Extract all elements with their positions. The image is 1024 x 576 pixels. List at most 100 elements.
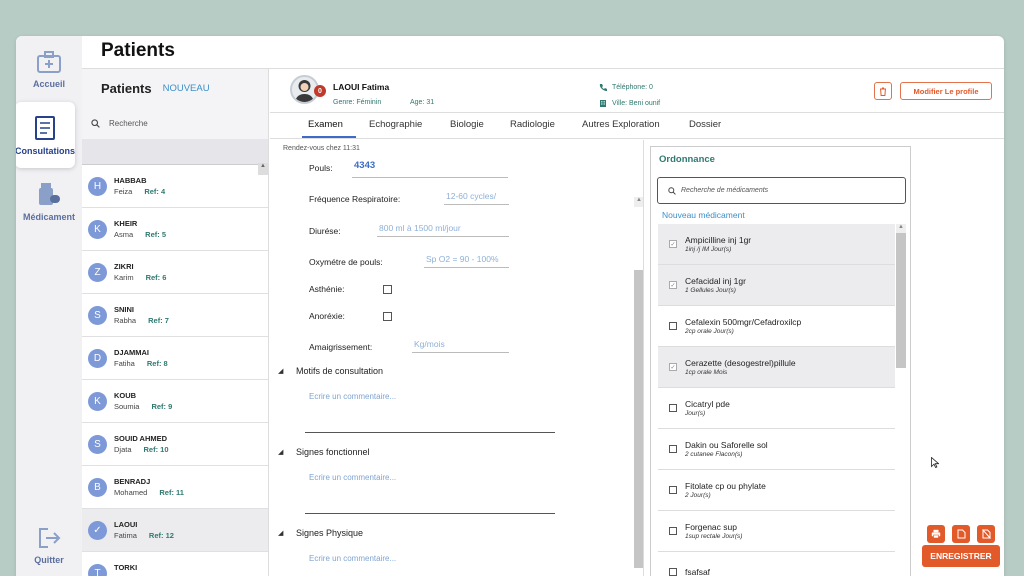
medication-item[interactable]: Dakin ou Saforelle sol 2 cutanee Flacon(… — [658, 429, 895, 470]
medication-list: ✓ Ampicilline inj 1gr 1inj /j IM Jour(s)… — [658, 224, 895, 576]
section-signes-physique-title[interactable]: Signes Physique — [296, 528, 363, 538]
tab-bar: Examen Echographie Biologie Radiologie A… — [270, 114, 1004, 139]
patient-row[interactable]: S SNINI Rabha Ref: 7 — [82, 294, 268, 337]
patient-row[interactable]: K KHEIR Asma Ref: 5 — [82, 208, 268, 251]
asthenie-checkbox[interactable] — [383, 285, 392, 294]
medication-item[interactable]: fsafsaf — [658, 552, 895, 576]
medication-checkbox[interactable] — [669, 445, 677, 453]
collapse-icon[interactable]: ◢ — [278, 529, 283, 537]
tab-autres-exploration[interactable]: Autres Exploration — [582, 119, 660, 130]
no-document-button[interactable] — [977, 525, 995, 543]
patient-row-selected[interactable]: ✓ LAOUI Fatima Ref: 12 — [82, 509, 268, 552]
patient-row[interactable]: S SOUID AHMED Djata Ref: 10 — [82, 423, 268, 466]
diurese-input[interactable]: 800 ml à 1500 ml/jour — [377, 219, 509, 237]
nav-quitter-label: Quitter — [34, 554, 64, 565]
patients-panel: Patients NOUVEAU Recherche ▲ H HABBAB Fe… — [82, 69, 269, 576]
patient-row[interactable]: K KOUB Soumia Ref: 9 — [82, 380, 268, 423]
tab-echographie[interactable]: Echographie — [369, 119, 422, 130]
patient-ref: Ref: 10 — [143, 445, 169, 454]
medication-checkbox[interactable] — [669, 404, 677, 412]
nav-consultations[interactable]: Consultations — [16, 102, 75, 168]
avatar: K — [88, 391, 107, 411]
nav-quitter[interactable]: Quitter — [16, 512, 82, 576]
medication-dose: 1cp orale Mois — [685, 369, 728, 376]
medication-checkbox[interactable] — [669, 486, 677, 494]
pouls-input[interactable]: 4343 — [352, 160, 508, 178]
medication-item[interactable]: ✓ Cerazette (desogestrel)pillule 1cp ora… — [658, 347, 895, 388]
print-button[interactable] — [927, 525, 945, 543]
avatar: D — [88, 348, 107, 368]
medication-item[interactable]: Cicatryl pde Jour(s) — [658, 388, 895, 429]
section-motifs-title[interactable]: Motifs de consultation — [296, 366, 383, 376]
medication-checkbox[interactable]: ✓ — [669, 281, 677, 289]
patient-ref: Ref: 12 — [148, 531, 174, 540]
new-medication-link[interactable]: Nouveau médicament — [662, 210, 745, 220]
patient-first-name: Karim — [114, 273, 134, 282]
medication-item[interactable]: ✓ Cefacidal inj 1gr 1 Gellules Jour(s) — [658, 265, 895, 306]
patient-name: LAOUI Fatima — [333, 82, 390, 92]
medication-checkbox[interactable]: ✓ — [669, 240, 677, 248]
anorexie-checkbox[interactable] — [383, 312, 392, 321]
avatar: B — [88, 477, 107, 497]
patient-first-name: Fatiha — [114, 359, 135, 368]
avatar: S — [88, 305, 107, 325]
medication-name: Cefalexin 500mgr/Cefadroxilcp — [685, 317, 802, 327]
oxymetre-input[interactable]: Sp O2 = 90 - 100% — [424, 250, 509, 268]
patient-ref: Ref: 11 — [159, 488, 184, 497]
tab-examen[interactable]: Examen — [308, 119, 343, 130]
form-scrollbar[interactable] — [634, 270, 643, 568]
section-signes-fonctionnel-title[interactable]: Signes fonctionnel — [296, 447, 370, 457]
tab-radiologie[interactable]: Radiologie — [510, 119, 555, 130]
motifs-comment-input[interactable]: Ecrire un commentaire... — [309, 392, 396, 401]
collapse-icon[interactable]: ◢ — [278, 448, 283, 456]
collapse-icon[interactable]: ◢ — [278, 367, 283, 375]
tab-biologie[interactable]: Biologie — [450, 119, 484, 130]
modify-profile-button[interactable]: Modifier Le profile — [900, 82, 992, 100]
patient-city-text: Ville: Beni ounif — [612, 99, 661, 107]
document-button[interactable] — [952, 525, 970, 543]
signes-fonctionnel-comment-input[interactable]: Ecrire un commentaire... — [309, 473, 396, 482]
patient-first-name: Djata — [114, 445, 132, 454]
delete-button[interactable] — [874, 82, 892, 100]
medication-checkbox[interactable] — [669, 527, 677, 535]
list-scroll-up[interactable]: ▲ — [258, 163, 268, 175]
frequence-input[interactable]: 12-60 cycles/ — [444, 187, 509, 205]
nav-medicament[interactable]: Médicament — [16, 168, 82, 234]
patient-row[interactable]: D DJAMMAI Fatiha Ref: 8 — [82, 337, 268, 380]
patient-search-input[interactable]: Recherche — [82, 107, 268, 139]
save-button[interactable]: ENREGISTRER — [922, 545, 1000, 567]
left-nav: Accueil Consultations Médicament Quitter — [16, 36, 82, 576]
exam-form: Rendez-vous chez 11:31 Pouls: 4343 Fréqu… — [270, 140, 644, 576]
medication-scroll-up[interactable]: ▲ — [896, 224, 906, 233]
signes-physique-comment-input[interactable]: Ecrire un commentaire... — [309, 554, 396, 563]
medication-item[interactable]: ✓ Ampicilline inj 1gr 1inj /j IM Jour(s) — [658, 224, 895, 265]
patient-row[interactable]: Z ZIKRI Karim Ref: 6 — [82, 251, 268, 294]
medical-kit-icon — [37, 50, 61, 73]
medication-item[interactable]: Forgenac sup 1sup rectale Jour(s) — [658, 511, 895, 552]
patient-row[interactable]: B BENRADJ Mohamed Ref: 11 — [82, 466, 268, 509]
notification-badge: 0 — [314, 85, 326, 97]
nav-accueil[interactable]: Accueil — [16, 36, 82, 102]
patient-ref: Ref: 4 — [144, 187, 166, 196]
ordonnance-panel: Ordonnance Recherche de médicaments Nouv… — [650, 146, 911, 576]
patient-row[interactable]: T TORKI — [82, 552, 268, 576]
patient-ref: Ref: 7 — [148, 316, 169, 325]
form-scroll-up[interactable]: ▲ — [634, 197, 643, 207]
tab-dossier[interactable]: Dossier — [689, 119, 721, 130]
medication-item[interactable]: Fitolate cp ou phylate 2 Jour(s) — [658, 470, 895, 511]
medication-scrollbar[interactable] — [896, 224, 906, 368]
patient-last-name: ZIKRI — [114, 262, 134, 271]
medication-checkbox[interactable] — [669, 322, 677, 330]
amaigrissement-input[interactable]: Kg/mois — [412, 335, 509, 353]
patient-row[interactable]: H HABBAB Feiza Ref: 4 — [82, 165, 268, 208]
patient-last-name: BENRADJ — [114, 477, 151, 486]
patient-last-name: LAOUI — [114, 520, 138, 529]
medication-item[interactable]: Cefalexin 500mgr/Cefadroxilcp 2cp orale … — [658, 306, 895, 347]
avatar: H — [88, 176, 107, 196]
new-patient-button[interactable]: NOUVEAU — [163, 83, 210, 94]
ordonnance-title: Ordonnance — [659, 154, 715, 165]
medication-checkbox[interactable]: ✓ — [669, 363, 677, 371]
medication-search-input[interactable]: Recherche de médicaments — [657, 177, 906, 204]
patients-panel-header: Patients NOUVEAU — [82, 69, 268, 107]
medication-checkbox[interactable] — [669, 568, 677, 576]
